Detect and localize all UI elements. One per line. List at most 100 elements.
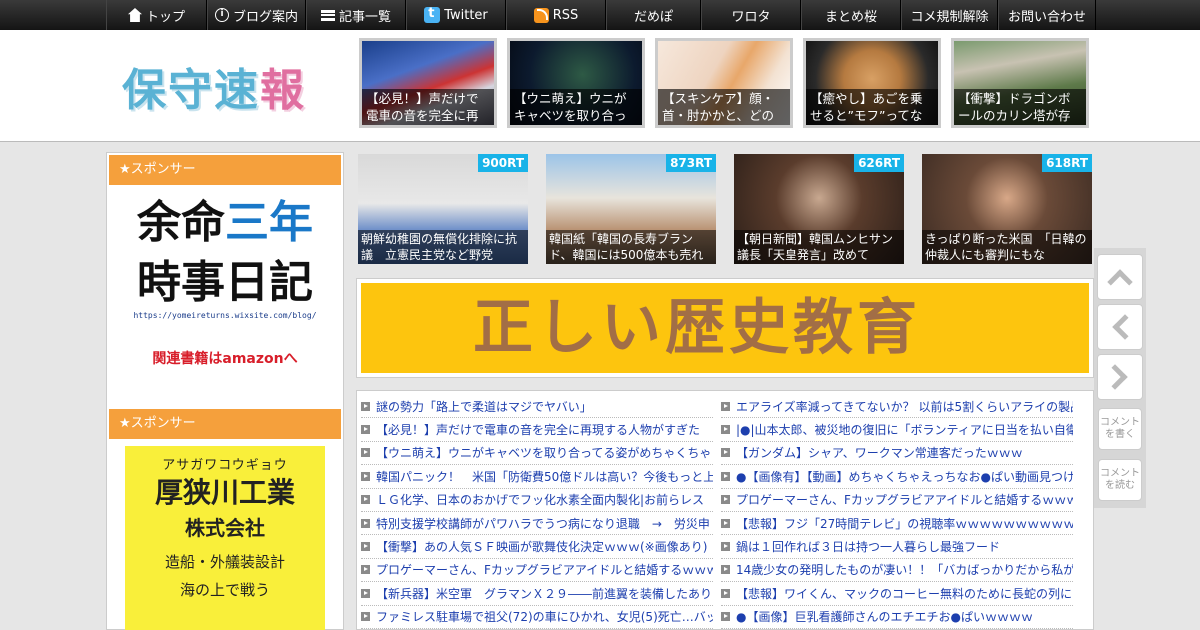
- nav-contact[interactable]: お問い合わせ: [998, 0, 1096, 30]
- list-item[interactable]: 【必見！】声だけで電車の音を完全に再現する人物がすぎた: [361, 418, 713, 442]
- rt-thumb-3[interactable]: 626RT 【朝日新聞】韓国ムンヒサン議長「天皇発言」改めて: [734, 154, 904, 264]
- list-icon: [320, 9, 335, 21]
- list-item[interactable]: 鍋は１回作れば３日は持つ一人暮らし最強フード: [721, 535, 1073, 559]
- header-thumb-5[interactable]: 【衝撃】ドラゴンボールのカリン塔が存: [951, 38, 1089, 128]
- arrow-bullet-icon: [361, 565, 370, 575]
- nav-label: だめぽ: [633, 9, 673, 25]
- header-thumb-4[interactable]: 【癒やし】あごを乗せると”モフ”ってな: [803, 38, 941, 128]
- header-thumb-3[interactable]: 【スキンケア】顔・首・肘かかと、どの: [655, 38, 793, 128]
- list-item[interactable]: エアライズ率減ってきてないか？ 以前は5割くらいアライの製品: [721, 395, 1073, 419]
- prev-article-button[interactable]: [1097, 304, 1143, 350]
- thumb-caption: 【衝撃】ドラゴンボールのカリン塔が存: [954, 89, 1086, 125]
- ad-title-blue: 三年: [225, 197, 313, 248]
- rt-thumb-1[interactable]: 900RT 朝鮮幼稚園の無償化排除に抗議 立憲民主党など野党: [358, 154, 528, 264]
- rt-caption: 朝鮮幼稚園の無償化排除に抗議 立憲民主党など野党: [358, 230, 528, 264]
- header-thumb-2[interactable]: 【ウニ萌え】ウニがキャベツを取り合ってる: [507, 38, 645, 128]
- button-label: コメント: [1100, 468, 1140, 479]
- list-item[interactable]: プロゲーマーさん、Fカップグラビアアイドルと結婚するｗｗｗ: [361, 559, 713, 583]
- nav-comment-unblock[interactable]: コメ規制解除: [901, 0, 998, 30]
- list-item[interactable]: 【悲報】ワイくん、マックのコーヒー無料のために長蛇の列に: [721, 582, 1073, 606]
- logo-text: 保守速: [122, 65, 260, 116]
- sponsor-heading: ★スポンサー: [109, 409, 341, 439]
- next-article-button[interactable]: [1097, 354, 1143, 400]
- ad-asagawa-kogyo[interactable]: アサガワコウギョウ 厚狭川工業 株式会社 造船・外艤装設計 海の上で戦う: [125, 446, 325, 630]
- button-label: を読む: [1105, 480, 1135, 491]
- ad-url: https://yomeireturns.wixsite.com/blog/: [133, 311, 317, 320]
- arrow-bullet-icon: [361, 588, 370, 598]
- list-item[interactable]: 韓国パニック！ 米国「防衛費50億ドルは高い？今後もっと上: [361, 465, 713, 489]
- list-item[interactable]: 【新兵器】米空軍 グラマンＸ２９――前進翼を装備したあり: [361, 582, 713, 606]
- list-item[interactable]: 特別支援学校講師がパワハラでうつ病になり退職 → 労災申: [361, 512, 713, 536]
- list-item[interactable]: 14歳少女の発明したものが凄い！！「バカばっかりだから私が: [721, 559, 1073, 583]
- nav-label: お問い合わせ: [1007, 9, 1086, 25]
- list-item[interactable]: ●【画像】巨乳看護師さんのエチエチお●ぱいｗｗｗｗ: [721, 606, 1073, 629]
- button-label: コメント: [1100, 417, 1140, 428]
- sponsor-heading: ★スポンサー: [109, 155, 341, 185]
- banner-frame: 正しい歴史教育: [356, 278, 1094, 378]
- scroll-top-button[interactable]: [1097, 254, 1143, 300]
- nav-rss[interactable]: RSS: [506, 0, 606, 30]
- list-item[interactable]: ＬＧ化学、日本のおかげでフッ化水素全面内製化|お前らレス: [361, 489, 713, 512]
- ad-company-type: 株式会社: [185, 516, 265, 540]
- rt-caption: 韓国紙「韓国の長寿ブランド、韓国には500億本も売れ: [546, 230, 716, 264]
- chevron-left-icon: [1112, 314, 1138, 340]
- rt-count-badge: 873RT: [666, 154, 716, 172]
- nav-label: コメ規制解除: [910, 9, 989, 25]
- arrow-bullet-icon: [361, 495, 370, 505]
- read-comment-button[interactable]: コメント を読む: [1098, 459, 1142, 501]
- ad-business: 造船・外艤装設計: [164, 553, 285, 571]
- nav-label: ワロタ: [731, 9, 771, 25]
- rt-thumb-4[interactable]: 618RT きっぱり断った米国 「日韓の仲裁人にも審判にもな: [922, 154, 1092, 264]
- ad-yomei-sannen[interactable]: 余命三年 時事日記 https://yomeireturns.wixsite.c…: [125, 193, 325, 383]
- arrow-bullet-icon: [361, 448, 370, 458]
- arrow-bullet-icon: [361, 518, 370, 528]
- info-icon: i: [214, 8, 229, 22]
- arrow-bullet-icon: [721, 495, 730, 505]
- nav-blog-guide[interactable]: i ブログ案内: [207, 0, 306, 30]
- nav-label: トップ: [145, 9, 185, 25]
- ad-amazon-link[interactable]: 関連書籍はamazonへ: [125, 348, 325, 368]
- article-link-list: 謎の勢力「路上で柔道はマジでヤバい」 【必見！】声だけで電車の音を完全に再現する…: [356, 390, 1094, 630]
- rt-caption: 【朝日新聞】韓国ムンヒサン議長「天皇発言」改めて: [734, 230, 904, 264]
- arrow-bullet-icon: [361, 425, 370, 435]
- nav-damepo[interactable]: だめぽ: [606, 0, 701, 30]
- list-item[interactable]: 【悲報】フジ「27時間テレビ」の視聴率ｗｗｗｗｗｗｗｗｗｗ: [721, 512, 1073, 536]
- chevron-up-icon: [1107, 269, 1133, 295]
- top-navigation: トップ i ブログ案内 記事一覧 Twitter RSS だめぽ ワロタ まとめ…: [0, 0, 1200, 30]
- ad-title-2: 時事日記: [137, 257, 313, 308]
- list-item[interactable]: プロゲーマーさん、Fカップグラビアアイドルと結婚するｗｗｗ: [721, 489, 1073, 512]
- banner-correct-history[interactable]: 正しい歴史教育: [361, 283, 1089, 373]
- ad-tagline: 海の上で戦う: [179, 581, 270, 599]
- chevron-right-icon: [1102, 364, 1128, 390]
- list-item[interactable]: 【衝撃】あの人気ＳＦ映画が歌舞伎化決定ｗｗｗ(※画像あり): [361, 535, 713, 559]
- nav-article-list[interactable]: 記事一覧: [306, 0, 406, 30]
- list-item[interactable]: ファミレス駐車場で祖父(72)の車にひかれ、女児(5)死亡…バッ: [361, 606, 713, 629]
- site-header: 保守速報 【必見！】声だけで電車の音を完全に再現する人物 【ウニ萌え】ウニがキャ…: [0, 30, 1200, 142]
- nav-label: Twitter: [444, 7, 488, 23]
- list-item[interactable]: ●【画像有】【動画】めちゃくちゃえっちなお●ぱい動画見つけ: [721, 465, 1073, 489]
- ad-kana: アサガワコウギョウ: [162, 458, 288, 473]
- arrow-bullet-icon: [721, 425, 730, 435]
- list-item[interactable]: 【ウニ萌え】ウニがキャベツを取り合ってる姿がめちゃくちゃ: [361, 442, 713, 466]
- nav-warota[interactable]: ワロタ: [701, 0, 801, 30]
- arrow-bullet-icon: [721, 401, 730, 411]
- rt-thumb-2[interactable]: 873RT 韓国紙「韓国の長寿ブランド、韓国には500億本も売れ: [546, 154, 716, 264]
- nav-matome-sakura[interactable]: まとめ桜: [801, 0, 901, 30]
- list-item[interactable]: 謎の勢力「路上で柔道はマジでヤバい」: [361, 395, 713, 419]
- list-item[interactable]: |●|山本太郎、被災地の復旧に「ボランティアに日当を払い自衛: [721, 418, 1073, 442]
- rss-icon: [533, 7, 549, 23]
- rt-count-badge: 626RT: [854, 154, 904, 172]
- thumb-caption: 【ウニ萌え】ウニがキャベツを取り合ってる: [510, 89, 642, 125]
- nav-label: RSS: [552, 7, 579, 23]
- header-thumb-1[interactable]: 【必見！】声だけで電車の音を完全に再現する人物: [359, 38, 497, 128]
- twitter-icon: [424, 6, 441, 23]
- write-comment-button[interactable]: コメント を書く: [1098, 408, 1142, 450]
- nav-bar: トップ i ブログ案内 記事一覧 Twitter RSS だめぽ ワロタ まとめ…: [106, 0, 1096, 30]
- site-logo[interactable]: 保守速報: [122, 54, 306, 118]
- sidebar: ★スポンサー 余命三年 時事日記 https://yomeireturns.wi…: [106, 152, 344, 630]
- arrow-bullet-icon: [721, 518, 730, 528]
- arrow-bullet-icon: [361, 401, 370, 411]
- list-item[interactable]: 【ガンダム】シャア、ワークマン常連客だったｗｗｗ: [721, 442, 1073, 466]
- nav-top[interactable]: トップ: [106, 0, 207, 30]
- nav-twitter[interactable]: Twitter: [406, 0, 506, 30]
